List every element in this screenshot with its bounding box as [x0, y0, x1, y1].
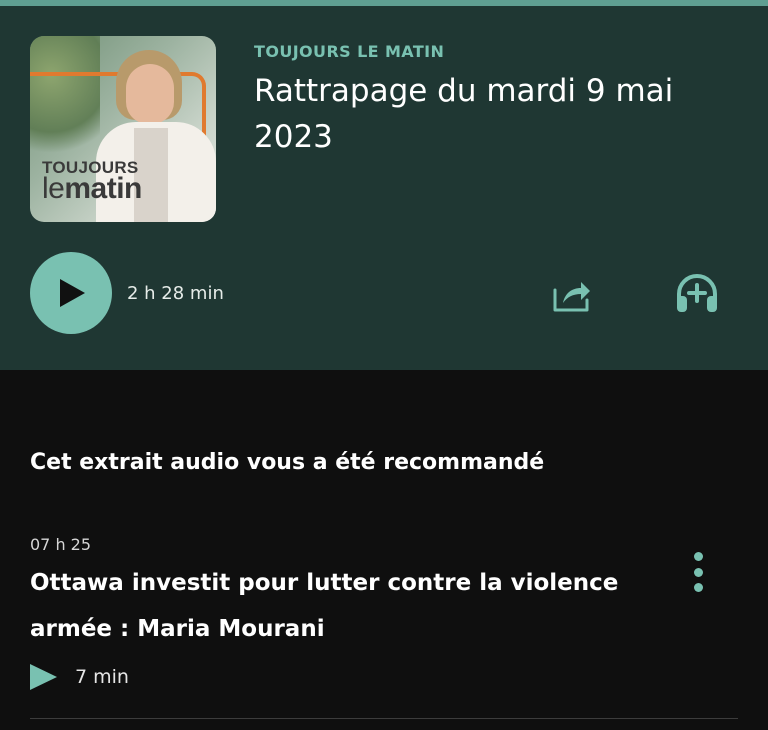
more-dot-icon: [693, 552, 703, 561]
more-options-button[interactable]: [686, 552, 710, 592]
share-button[interactable]: [549, 272, 593, 316]
play-icon: [60, 279, 85, 307]
cover-logo-bottom: lematin: [42, 172, 142, 206]
episode-title: Rattrapage du mardi 9 mai 2023: [254, 73, 674, 155]
cover-host-face: [126, 64, 174, 124]
episode-duration: 2 h 28 min: [127, 283, 224, 304]
clip-timestamp: 07 h 25: [30, 535, 92, 554]
cover-logo-le: le: [42, 172, 65, 205]
recommended-section-title: Cet extrait audio vous a été recommandé: [30, 450, 545, 475]
list-divider: [30, 718, 738, 719]
headphones-plus-icon: [677, 274, 717, 312]
clip-duration: 7 min: [75, 666, 129, 688]
play-icon: [30, 664, 57, 690]
clip-title-link[interactable]: Ottawa investit pour lutter contre la vi…: [30, 560, 630, 652]
play-clip-button[interactable]: [30, 664, 58, 690]
add-to-listen-button[interactable]: [674, 270, 720, 316]
play-episode-button[interactable]: [30, 252, 112, 334]
show-name-link[interactable]: TOUJOURS LE MATIN: [254, 42, 444, 61]
more-dot-icon: [693, 567, 703, 577]
more-dot-icon: [693, 583, 703, 592]
podcast-cover-image: TOUJOURS lematin: [30, 36, 216, 222]
cover-logo-matin: matin: [64, 172, 142, 205]
share-icon: [553, 282, 590, 312]
